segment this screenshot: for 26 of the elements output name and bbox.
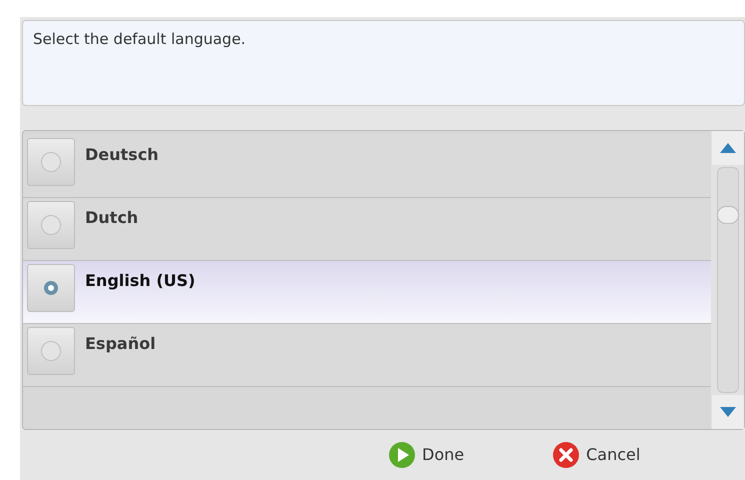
radio-button[interactable]	[27, 138, 75, 186]
done-button[interactable]: Done	[388, 441, 464, 469]
language-label: Español	[85, 333, 156, 355]
instruction-text: Select the default language.	[33, 30, 246, 48]
language-label: English (US)	[85, 270, 196, 292]
cancel-button[interactable]: Cancel	[552, 441, 640, 469]
language-label: Dutch	[85, 207, 138, 229]
close-icon	[552, 441, 580, 469]
radio-button[interactable]	[27, 327, 75, 375]
scroll-track[interactable]	[716, 167, 738, 393]
scroll-thumb[interactable]	[716, 206, 738, 224]
radio-button[interactable]	[27, 201, 75, 249]
language-label: Deutsch	[85, 144, 159, 166]
scrollbar[interactable]	[711, 131, 744, 429]
scroll-up-icon[interactable]	[712, 131, 744, 165]
radio-button[interactable]	[27, 264, 75, 312]
radio-empty-icon	[41, 152, 61, 172]
language-row[interactable]: Dutch	[23, 198, 711, 261]
language-row[interactable]: Español	[23, 324, 711, 387]
language-row[interactable]: English (US)	[23, 261, 711, 324]
radio-empty-icon	[41, 215, 61, 235]
scroll-down-icon[interactable]	[712, 395, 744, 429]
radio-selected-icon	[44, 281, 58, 295]
language-row[interactable]: Deutsch	[23, 135, 711, 198]
radio-empty-icon	[41, 341, 61, 361]
play-icon	[388, 441, 416, 469]
